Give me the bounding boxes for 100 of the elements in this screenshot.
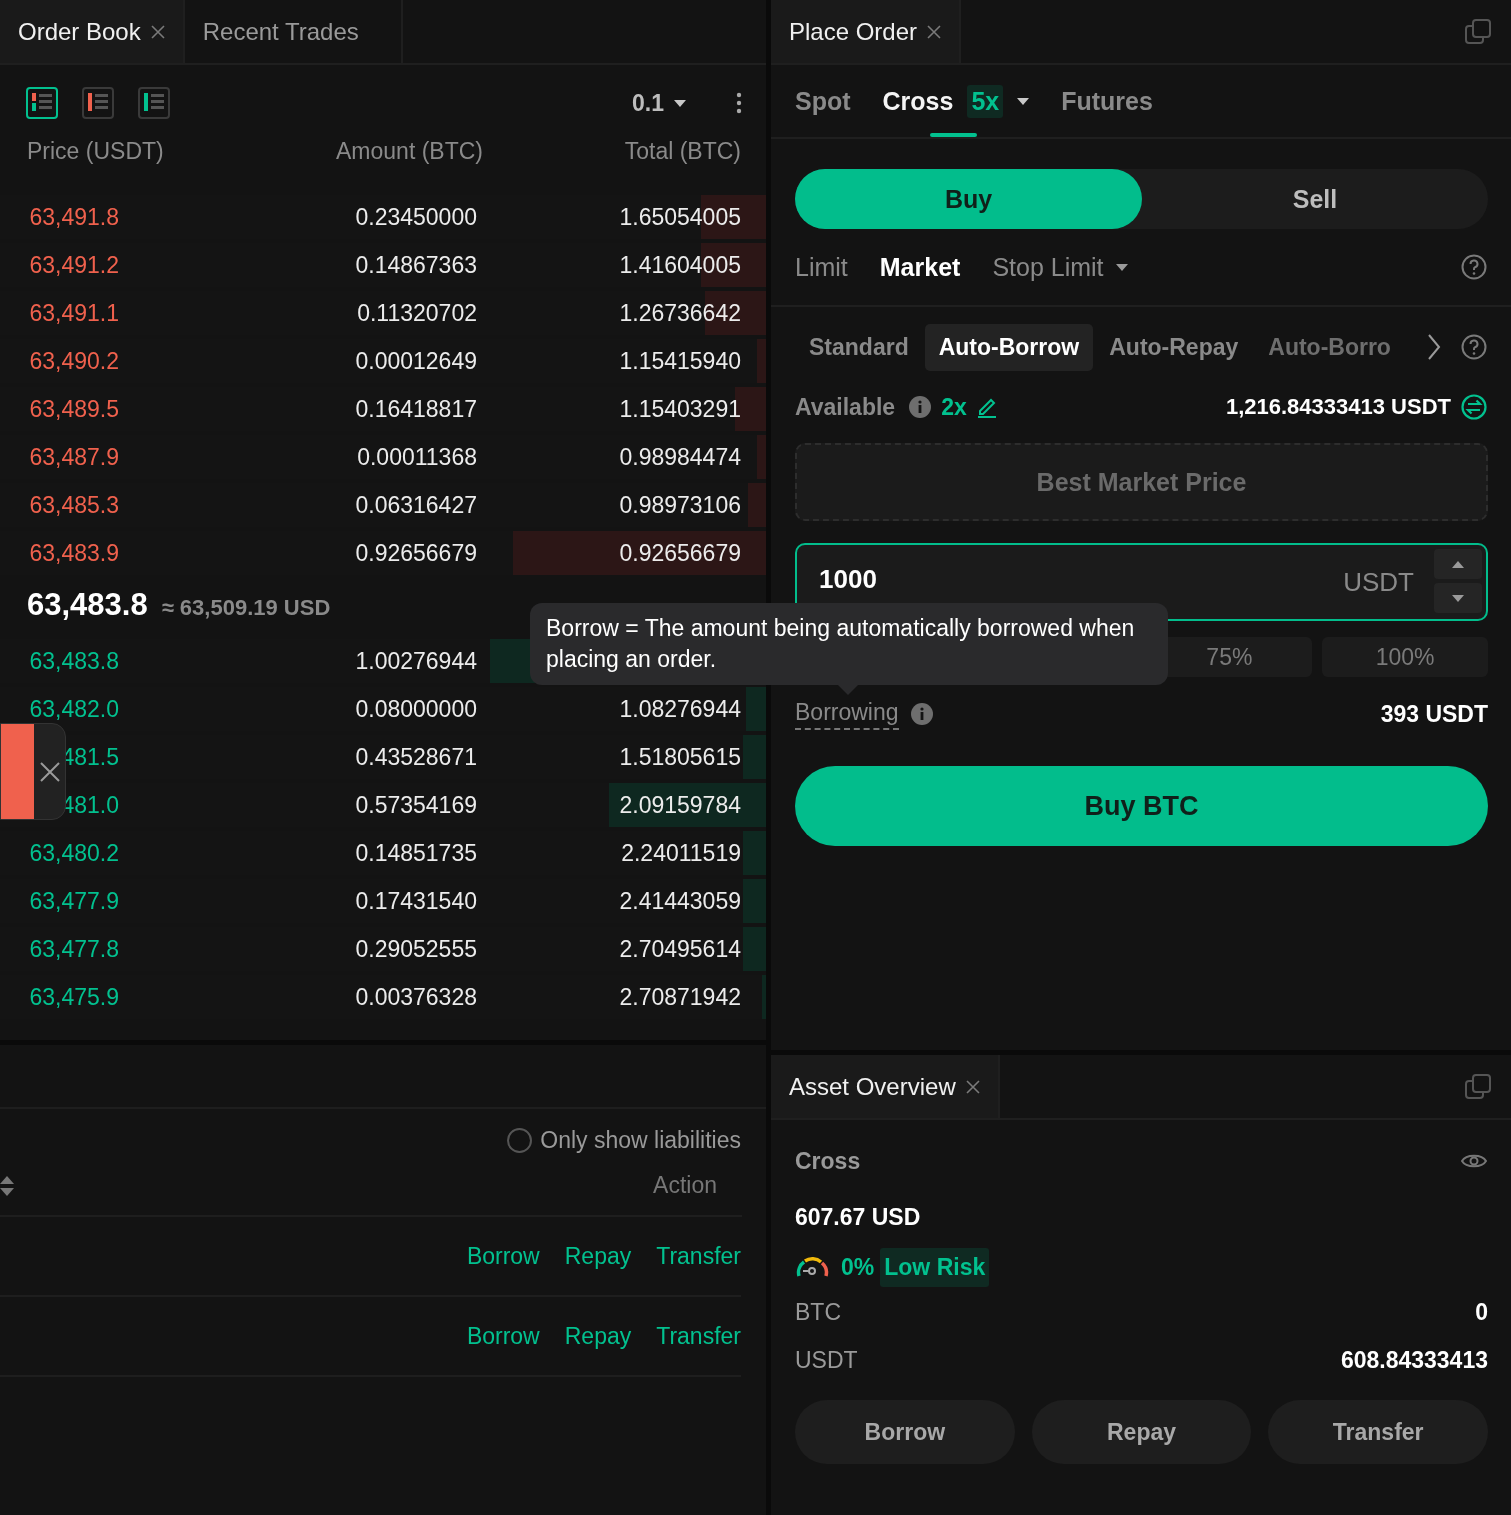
side-widget[interactable]	[0, 723, 66, 820]
price-text: 63,483.9	[28, 539, 119, 567]
swap-icon[interactable]	[1461, 394, 1487, 420]
risk-ratio: 0%	[841, 1253, 875, 1281]
price-approx: ≈ 63,509.19 USD	[161, 595, 331, 621]
mode-tab[interactable]: Auto-Borrow	[924, 323, 1094, 371]
amount-text: 0.08000000	[354, 695, 477, 723]
borrowing-value: 393 USDT	[1380, 700, 1488, 728]
price-text: 63,491.2	[28, 251, 119, 279]
total-text: 1.15403291	[618, 395, 741, 423]
side-button[interactable]: Buy	[795, 169, 1142, 229]
price-text: 63,491.1	[28, 299, 119, 327]
action-button[interactable]: Transfer	[1268, 1400, 1488, 1464]
risk-badge: Low Risk	[880, 1247, 990, 1287]
total-text: 2.41443059	[618, 887, 741, 915]
popout-icon[interactable]	[1465, 1073, 1491, 1100]
asset-amount: 608.84333413	[1340, 1346, 1488, 1374]
buy-button[interactable]: Buy BTC	[795, 766, 1488, 846]
price-text: 63,477.8	[28, 935, 119, 963]
total-text: 2.24011519	[620, 839, 741, 867]
account-type-tab[interactable]: Cross 5x	[882, 65, 1030, 137]
sort-icon[interactable]	[0, 1175, 14, 1196]
info-icon[interactable]	[910, 703, 933, 725]
amount-text: 0.00012649	[354, 347, 477, 375]
asset-amount: 0	[1475, 1298, 1488, 1326]
order-book-view-icon[interactable]	[138, 87, 170, 119]
amount-text: 0.00376328	[354, 983, 477, 1011]
percent-button[interactable]: 100%	[1322, 637, 1488, 677]
caret-icon	[674, 99, 686, 107]
tooltip: Borrow = The amount being automatically borrowed when placing an order.	[530, 603, 1168, 685]
action-link[interactable]: Borrow	[466, 1322, 540, 1350]
close-icon[interactable]	[39, 761, 60, 782]
amount-text: 0.43528671	[354, 743, 477, 771]
action-link[interactable]: Transfer	[656, 1242, 741, 1270]
amount-text: 0.14851735	[354, 839, 477, 867]
amount-input[interactable]: 1000	[819, 564, 1344, 594]
liabilities-filter[interactable]: Only show liabilities	[507, 1127, 741, 1154]
price-text: 63,487.9	[28, 443, 119, 471]
tooltip-arrow	[838, 685, 858, 695]
total-balance: 607.67 USD	[794, 1203, 922, 1232]
close-icon[interactable]	[965, 1079, 980, 1094]
available-label: Available	[795, 393, 896, 421]
total-text: 1.15415940	[618, 347, 741, 375]
amount-text: 0.23450000	[354, 203, 477, 231]
amount-text: 0.14867363	[354, 251, 477, 279]
order-type-tab[interactable]: Market	[879, 252, 961, 282]
total-text: 2.70495614	[618, 935, 741, 963]
side-button[interactable]: Sell	[1142, 169, 1488, 229]
popout-icon[interactable]	[1465, 18, 1491, 45]
price-text: 63,482.0	[28, 695, 119, 723]
panel-tab[interactable]: Order Book	[0, 0, 185, 63]
caret-up-icon	[1452, 560, 1464, 568]
order-book-view-icon[interactable]	[26, 87, 58, 119]
column-header: Amount (BTC)	[335, 137, 483, 165]
chevron-right-icon[interactable]	[1427, 334, 1441, 360]
panel-tab[interactable]: Asset Overview	[771, 1055, 1000, 1118]
last-price: 63,483.8	[27, 587, 148, 623]
action-button[interactable]: Repay	[1031, 1400, 1252, 1464]
mode-tab[interactable]: Standard	[795, 323, 923, 371]
increment-button[interactable]	[1434, 549, 1482, 579]
amount-text: 0.06316427	[354, 491, 477, 519]
action-link[interactable]: Transfer	[656, 1322, 741, 1350]
action-link[interactable]: Repay	[564, 1322, 632, 1350]
account-label: Cross	[795, 1147, 861, 1175]
price-text: 63,490.2	[28, 347, 119, 375]
leverage-badge: 5x	[967, 84, 1004, 118]
decrement-button[interactable]	[1434, 583, 1482, 613]
more-icon[interactable]	[736, 92, 742, 114]
mode-tab[interactable]: Auto-Repay	[1095, 323, 1253, 371]
action-link[interactable]: Repay	[564, 1242, 632, 1270]
column-header: Price (USDT)	[27, 137, 165, 165]
help-icon[interactable]	[1461, 254, 1487, 280]
total-text: 1.08276944	[618, 695, 741, 723]
account-type-tab[interactable]: Futures	[1061, 65, 1153, 137]
close-icon[interactable]	[150, 24, 165, 39]
order-book-view-icon[interactable]	[82, 87, 114, 119]
close-icon[interactable]	[927, 24, 942, 39]
precision-dropdown[interactable]: 0.1	[632, 89, 686, 117]
amount-text: 0.00011368	[356, 443, 477, 471]
panel-tab[interactable]: Place Order	[771, 0, 962, 63]
amount-text: 0.11320702	[356, 299, 477, 327]
column-header: Action	[653, 1172, 717, 1199]
eye-icon[interactable]	[1461, 1152, 1487, 1170]
total-text: 1.65054005	[618, 203, 741, 231]
total-text: 0.92656679	[618, 539, 741, 567]
total-text: 0.98984474	[618, 443, 741, 471]
action-link[interactable]: Borrow	[466, 1242, 540, 1270]
mode-tab[interactable]: Auto-Borro	[1254, 323, 1391, 371]
price-text: 63,485.3	[28, 491, 119, 519]
asset-name: USDT	[795, 1346, 858, 1374]
price-text: 63,483.8	[28, 647, 119, 675]
total-text: 1.26736642	[618, 299, 741, 327]
order-type-tab[interactable]: Stop Limit	[992, 252, 1128, 282]
account-type-tab[interactable]: Spot	[795, 65, 851, 137]
help-icon[interactable]	[1461, 334, 1487, 360]
info-icon[interactable]	[909, 396, 932, 418]
order-type-tab[interactable]: Limit	[795, 252, 848, 282]
panel-tab[interactable]: Recent Trades	[184, 0, 403, 63]
action-button[interactable]: Borrow	[795, 1400, 1015, 1464]
edit-icon[interactable]	[976, 396, 997, 418]
